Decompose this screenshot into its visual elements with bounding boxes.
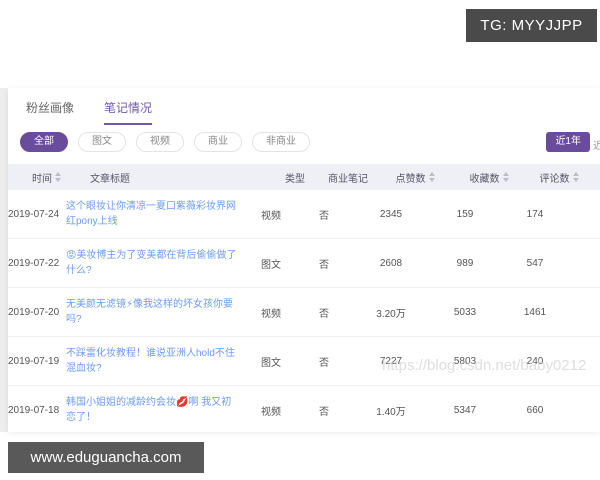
sort-icon[interactable] xyxy=(429,172,435,182)
header-commercial: 商业笔记 xyxy=(318,170,378,185)
note-title-link[interactable]: 无美颜无滤镜⚡像我这样的坏女孩你要吗? xyxy=(66,297,248,327)
note-title-link[interactable]: 韩国小姐姐的减龄约会妆💋啊 我又初恋了！ xyxy=(66,395,248,425)
header-time[interactable]: 时间 xyxy=(32,170,90,185)
header-title: 文章标题 xyxy=(90,170,272,185)
note-type: 视频 xyxy=(248,305,294,320)
header-collects-label: 收藏数 xyxy=(470,170,500,185)
header-commercial-label: 商业笔记 xyxy=(328,170,368,185)
note-date: 2019-07-18 xyxy=(8,405,66,416)
note-collects: 159 xyxy=(428,209,502,220)
tab-fan-portrait[interactable]: 粉丝画像 xyxy=(26,99,74,125)
header-likes-label: 点赞数 xyxy=(396,170,426,185)
note-commercial: 否 xyxy=(294,403,354,418)
site-watermark: www.eduguancha.com xyxy=(8,442,204,473)
note-comments: 174 xyxy=(502,209,568,220)
filter-commercial[interactable]: 商业 xyxy=(194,132,242,152)
note-title-link[interactable]: 不踩雷化妆教程！谁说亚洲人hold不住混血妆? xyxy=(66,346,248,376)
note-date: 2019-07-22 xyxy=(8,258,66,269)
page: TG: MYYJJPP 粉丝画像 笔记情况 全部 图文 视频 商业 非商业 近1… xyxy=(0,0,600,480)
filter-bar: 全部 图文 视频 商业 非商业 近1年 近 xyxy=(8,125,600,152)
note-comments: 547 xyxy=(502,258,568,269)
note-collects: 5033 xyxy=(428,307,502,318)
header-comments[interactable]: 评论数 xyxy=(526,170,592,185)
note-title-link[interactable]: 😡美妆博主为了变美都在背后偷偷做了什么? xyxy=(66,248,248,278)
table-row: 2019-07-24 这个眼妆让你清凉一夏口紫薇彩妆界网红pony上线 视频 否… xyxy=(8,190,600,239)
note-date: 2019-07-24 xyxy=(8,209,66,220)
left-background-strip xyxy=(0,88,8,432)
note-likes: 3.20万 xyxy=(354,305,428,320)
tg-watermark: TG: MYYJJPP xyxy=(466,9,597,42)
note-type: 图文 xyxy=(248,256,294,271)
sort-icon[interactable] xyxy=(55,172,61,182)
header-type: 类型 xyxy=(272,170,318,185)
note-commercial: 否 xyxy=(294,256,354,271)
header-time-label: 时间 xyxy=(32,170,52,185)
note-commercial: 否 xyxy=(294,207,354,222)
note-likes: 2608 xyxy=(354,258,428,269)
table-row: 2019-07-19 不踩雷化妆教程！谁说亚洲人hold不住混血妆? 图文 否 … xyxy=(8,337,600,386)
note-comments: 1461 xyxy=(502,307,568,318)
note-collects: 5803 xyxy=(428,356,502,367)
table-row: 2019-07-20 无美颜无滤镜⚡像我这样的坏女孩你要吗? 视频 否 3.20… xyxy=(8,288,600,337)
filter-video[interactable]: 视频 xyxy=(136,132,184,152)
sort-icon[interactable] xyxy=(503,172,509,182)
note-date: 2019-07-20 xyxy=(8,307,66,318)
note-comments: 240 xyxy=(502,356,568,367)
note-likes: 7227 xyxy=(354,356,428,367)
sort-icon[interactable] xyxy=(573,172,579,182)
notes-table: 时间 文章标题 类型 商业笔记 点赞数 收藏数 xyxy=(8,164,600,432)
header-type-label: 类型 xyxy=(285,170,305,185)
note-title-link[interactable]: 这个眼妆让你清凉一夏口紫薇彩妆界网红pony上线 xyxy=(66,199,248,229)
header-title-label: 文章标题 xyxy=(90,170,130,185)
note-commercial: 否 xyxy=(294,305,354,320)
note-likes: 2345 xyxy=(354,209,428,220)
filter-all[interactable]: 全部 xyxy=(20,132,68,152)
header-comments-label: 评论数 xyxy=(540,170,570,185)
note-type: 视频 xyxy=(248,403,294,418)
note-commercial: 否 xyxy=(294,354,354,369)
date-range-next-button-partial[interactable]: 近 xyxy=(593,137,600,152)
header-collects[interactable]: 收藏数 xyxy=(452,170,526,185)
note-date: 2019-07-19 xyxy=(8,356,66,367)
filter-image-text[interactable]: 图文 xyxy=(78,132,126,152)
note-type: 视频 xyxy=(248,207,294,222)
table-header-row: 时间 文章标题 类型 商业笔记 点赞数 收藏数 xyxy=(8,164,600,190)
notes-panel: 粉丝画像 笔记情况 全部 图文 视频 商业 非商业 近1年 近 时间 文章标题 xyxy=(8,88,600,432)
tab-bar: 粉丝画像 笔记情况 xyxy=(8,88,600,125)
note-collects: 989 xyxy=(428,258,502,269)
note-likes: 1.40万 xyxy=(354,403,428,418)
header-likes[interactable]: 点赞数 xyxy=(378,170,452,185)
table-row: 2019-07-18 韩国小姐姐的减龄约会妆💋啊 我又初恋了！ 视频 否 1.4… xyxy=(8,386,600,432)
date-range-1year-button[interactable]: 近1年 xyxy=(546,132,590,152)
table-row: 2019-07-22 😡美妆博主为了变美都在背后偷偷做了什么? 图文 否 260… xyxy=(8,239,600,288)
tab-note-status[interactable]: 笔记情况 xyxy=(104,99,152,125)
note-type: 图文 xyxy=(248,354,294,369)
note-collects: 5347 xyxy=(428,405,502,416)
filter-non-commercial[interactable]: 非商业 xyxy=(252,132,310,152)
note-comments: 660 xyxy=(502,405,568,416)
